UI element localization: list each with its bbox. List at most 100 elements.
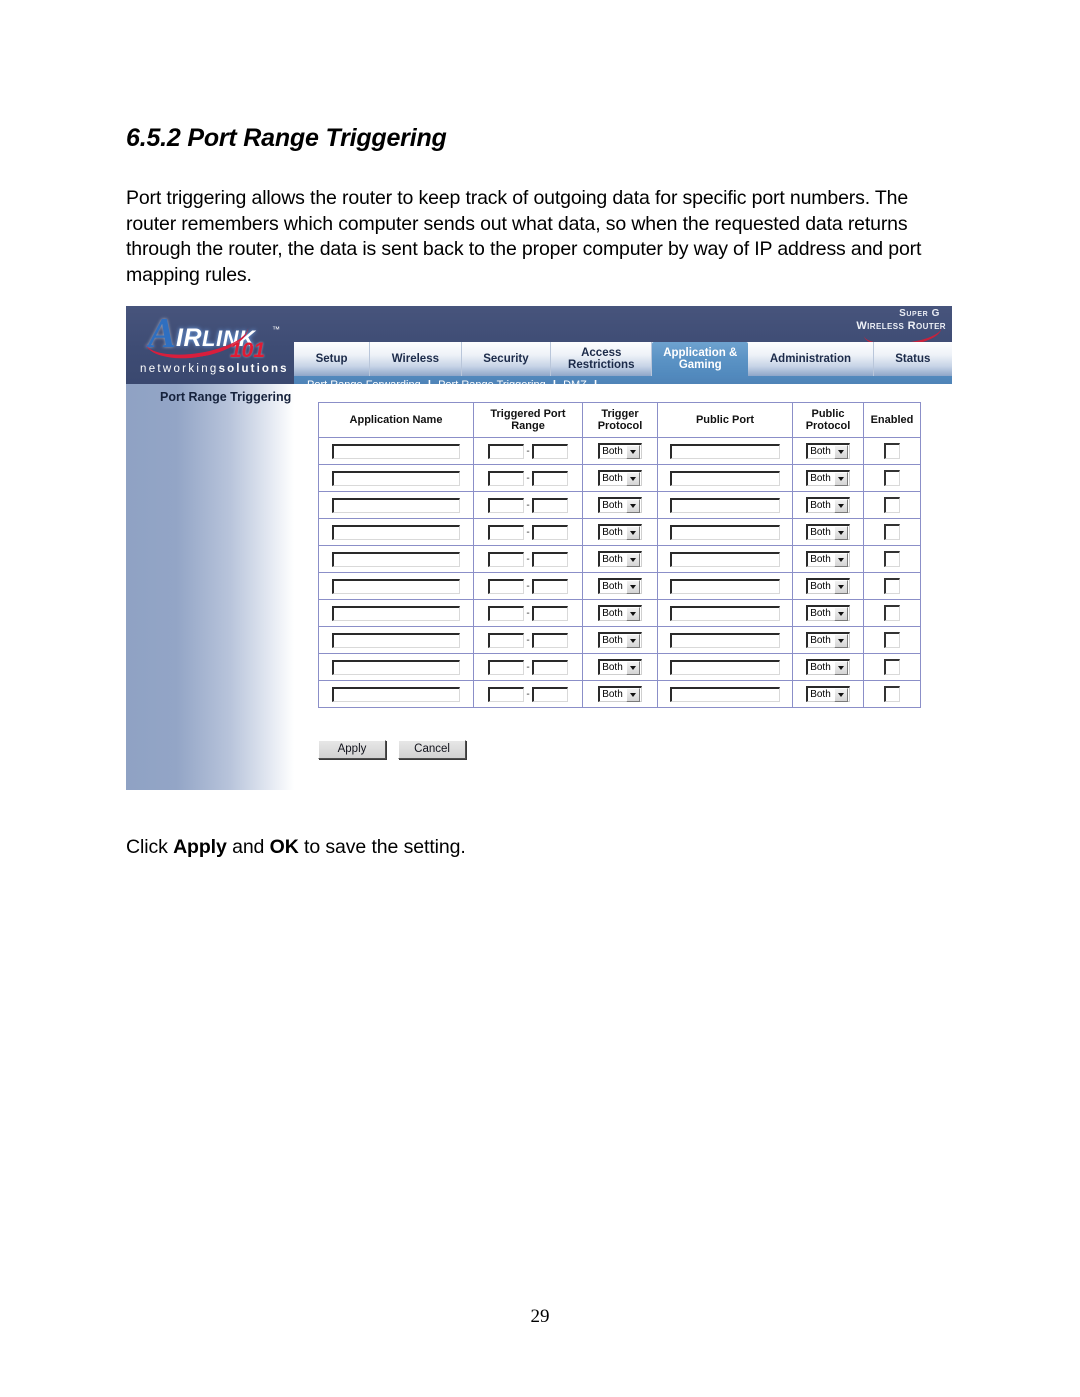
trigger-protocol-select[interactable]: Both (598, 578, 642, 594)
table-row: - Both Both (318, 653, 921, 681)
triggered-port-end-input[interactable] (532, 659, 568, 675)
trigger-protocol-select[interactable]: Both (598, 686, 642, 702)
chevron-down-icon[interactable] (625, 444, 640, 459)
enabled-checkbox[interactable] (884, 524, 900, 540)
application-name-input[interactable] (332, 497, 460, 513)
triggered-port-start-input[interactable] (488, 686, 524, 702)
triggered-port-start-input[interactable] (488, 605, 524, 621)
trigger-protocol-select[interactable]: Both (598, 524, 642, 540)
public-port-input[interactable] (670, 605, 780, 621)
chevron-down-icon[interactable] (625, 471, 640, 486)
triggered-port-end-input[interactable] (532, 605, 568, 621)
application-name-input[interactable] (332, 551, 460, 567)
public-protocol-select[interactable]: Both (806, 686, 850, 702)
trigger-protocol-select[interactable]: Both (598, 470, 642, 486)
trigger-protocol-select[interactable]: Both (598, 443, 642, 459)
triggered-port-end-input[interactable] (532, 578, 568, 594)
enabled-checkbox[interactable] (884, 578, 900, 594)
application-name-input[interactable] (332, 605, 460, 621)
public-port-input[interactable] (670, 578, 780, 594)
tab-wireless[interactable]: Wireless (370, 342, 462, 376)
public-protocol-select[interactable]: Both (806, 659, 850, 675)
tab-security[interactable]: Security (462, 342, 552, 376)
enabled-checkbox[interactable] (884, 605, 900, 621)
public-port-input[interactable] (670, 659, 780, 675)
triggered-port-end-input[interactable] (532, 632, 568, 648)
application-name-input[interactable] (332, 686, 460, 702)
triggered-port-start-input[interactable] (488, 443, 524, 459)
chevron-down-icon[interactable] (833, 687, 848, 702)
chevron-down-icon[interactable] (833, 552, 848, 567)
enabled-checkbox[interactable] (884, 497, 900, 513)
public-port-input[interactable] (670, 497, 780, 513)
public-port-input[interactable] (670, 686, 780, 702)
triggered-port-start-input[interactable] (488, 524, 524, 540)
trigger-protocol-select[interactable]: Both (598, 605, 642, 621)
triggered-port-start-input[interactable] (488, 659, 524, 675)
enabled-checkbox[interactable] (884, 686, 900, 702)
application-name-input[interactable] (332, 578, 460, 594)
chevron-down-icon[interactable] (625, 498, 640, 513)
triggered-port-start-input[interactable] (488, 632, 524, 648)
public-port-input[interactable] (670, 524, 780, 540)
trigger-protocol-select[interactable]: Both (598, 632, 642, 648)
public-protocol-select[interactable]: Both (806, 578, 850, 594)
triggered-port-start-input[interactable] (488, 497, 524, 513)
triggered-port-start-input[interactable] (488, 551, 524, 567)
chevron-down-icon[interactable] (833, 579, 848, 594)
public-protocol-select[interactable]: Both (806, 551, 850, 567)
enabled-checkbox[interactable] (884, 551, 900, 567)
public-protocol-select[interactable]: Both (806, 443, 850, 459)
tab-setup[interactable]: Setup (294, 342, 371, 376)
chevron-down-icon[interactable] (625, 633, 640, 648)
chevron-down-icon[interactable] (625, 660, 640, 675)
enabled-checkbox[interactable] (884, 470, 900, 486)
triggered-port-end-input[interactable] (532, 686, 568, 702)
application-name-input[interactable] (332, 443, 460, 459)
triggered-port-end-input[interactable] (532, 497, 568, 513)
triggered-port-end-input[interactable] (532, 524, 568, 540)
trigger-protocol-select[interactable]: Both (598, 497, 642, 513)
public-protocol-select[interactable]: Both (806, 497, 850, 513)
trigger-protocol-select[interactable]: Both (598, 659, 642, 675)
tab-administration[interactable]: Administration (748, 342, 874, 376)
chevron-down-icon[interactable] (833, 498, 848, 513)
tab-access-restrictions[interactable]: Access Restrictions (551, 342, 653, 376)
tab-application-and-gaming[interactable]: Application & Gaming (652, 342, 749, 376)
enabled-checkbox[interactable] (884, 659, 900, 675)
public-port-input[interactable] (670, 551, 780, 567)
chevron-down-icon[interactable] (625, 525, 640, 540)
enabled-checkbox[interactable] (884, 632, 900, 648)
triggered-port-end-input[interactable] (532, 470, 568, 486)
apply-button[interactable]: Apply (318, 740, 386, 759)
chevron-down-icon[interactable] (833, 606, 848, 621)
public-protocol-select[interactable]: Both (806, 632, 850, 648)
public-protocol-select[interactable]: Both (806, 470, 850, 486)
triggered-port-start-input[interactable] (488, 470, 524, 486)
triggered-port-end-input[interactable] (532, 551, 568, 567)
tab-status[interactable]: Status (874, 342, 952, 376)
public-port-input[interactable] (670, 632, 780, 648)
triggered-port-end-input[interactable] (532, 443, 568, 459)
trigger-protocol-select[interactable]: Both (598, 551, 642, 567)
chevron-down-icon[interactable] (833, 471, 848, 486)
chevron-down-icon[interactable] (833, 444, 848, 459)
chevron-down-icon[interactable] (625, 552, 640, 567)
chevron-down-icon[interactable] (833, 660, 848, 675)
application-name-input[interactable] (332, 659, 460, 675)
application-name-input[interactable] (332, 632, 460, 648)
public-port-input[interactable] (670, 470, 780, 486)
chevron-down-icon[interactable] (625, 579, 640, 594)
enabled-checkbox[interactable] (884, 443, 900, 459)
public-protocol-select[interactable]: Both (806, 524, 850, 540)
chevron-down-icon[interactable] (833, 525, 848, 540)
public-port-input[interactable] (670, 443, 780, 459)
application-name-input[interactable] (332, 524, 460, 540)
public-protocol-select[interactable]: Both (806, 605, 850, 621)
cancel-button[interactable]: Cancel (398, 740, 467, 759)
application-name-input[interactable] (332, 470, 460, 486)
chevron-down-icon[interactable] (625, 687, 640, 702)
chevron-down-icon[interactable] (625, 606, 640, 621)
triggered-port-start-input[interactable] (488, 578, 524, 594)
chevron-down-icon[interactable] (833, 633, 848, 648)
